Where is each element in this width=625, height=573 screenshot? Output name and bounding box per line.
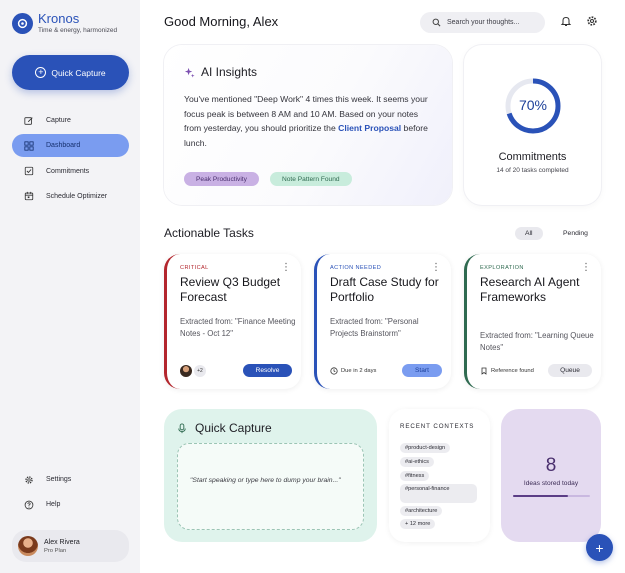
ideas-stored-card: 8 Ideas stored today: [501, 409, 601, 542]
kronos-logo-icon: [12, 12, 33, 34]
ideas-label: Ideas stored today: [523, 480, 579, 487]
recent-contexts-card: RECENT CONTEXTS #product-design #ai-ethi…: [389, 409, 490, 542]
bookmark-icon: [481, 367, 487, 375]
context-tag-ai-ethics[interactable]: #ai-ethics: [400, 457, 434, 467]
sidebar: Kronos Time & energy, harmonized + Quick…: [0, 0, 140, 573]
sidebar-item-label: Commitments: [46, 167, 90, 175]
sidebar-item-help[interactable]: Help: [12, 493, 129, 516]
brand-name: Kronos: [38, 11, 80, 26]
sidebar-item-schedule-optimizer[interactable]: Schedule Optimizer: [12, 185, 129, 208]
checkbox-icon: [24, 166, 34, 176]
more-vertical-icon[interactable]: ⋮: [281, 263, 291, 273]
page-title: Good Morning, Alex: [164, 14, 279, 29]
start-button[interactable]: Start: [402, 364, 442, 377]
context-tag-architecture[interactable]: #architecture: [400, 506, 443, 516]
task-meta-text: Reference found: [491, 367, 534, 374]
user-plan: Pro Plan: [44, 547, 67, 554]
ai-insights-card: AI Insights You've mentioned "Deep Work"…: [164, 45, 452, 205]
task-title: Review Q3 Budget Forecast: [180, 275, 281, 304]
context-tag-product-design[interactable]: #product-design: [400, 443, 451, 453]
queue-button[interactable]: Queue: [548, 364, 592, 377]
chip-peak-productivity[interactable]: Peak Productivity: [184, 172, 259, 186]
resolve-button[interactable]: Resolve: [243, 364, 292, 377]
sidebar-item-label: Settings: [46, 476, 72, 483]
quick-capture-button[interactable]: + Quick Capture: [12, 55, 129, 90]
grid-icon: [24, 141, 34, 151]
plus-circle-icon: +: [35, 67, 47, 78]
filter-all[interactable]: All: [515, 227, 543, 240]
gear-icon[interactable]: [586, 15, 598, 27]
ai-insights-text: You've mentioned "Deep Work" 4 times thi…: [184, 92, 436, 150]
calendar-icon: [24, 192, 34, 201]
ideas-count: 8: [545, 455, 557, 476]
task-source: Extracted from: "Personal Projects Brain…: [330, 317, 419, 338]
sidebar-item-dashboard[interactable]: Dashboard: [12, 134, 129, 158]
tasks-section-title: Actionable Tasks: [164, 226, 254, 240]
brand-tagline: Time & energy, harmonized: [38, 27, 118, 34]
avatar: [180, 364, 192, 377]
task-tag: EXPLORATION: [480, 265, 524, 271]
ai-insights-title: AI Insights: [201, 65, 258, 79]
sidebar-item-capture[interactable]: Capture: [12, 109, 129, 132]
quick-capture-card: Quick Capture "Start speaking or type he…: [164, 409, 377, 542]
task-tag: ACTION NEEDED: [330, 265, 382, 271]
task-source: Extracted from: "Finance Meeting Notes -…: [180, 317, 296, 338]
context-tag-personal-finance[interactable]: #personal-finance: [400, 484, 477, 503]
context-tag-more[interactable]: + 12 more: [400, 519, 436, 529]
context-tag-fitness[interactable]: #fitness: [400, 471, 430, 481]
quick-capture-placeholder: "Start speaking or type here to dump you…: [190, 477, 341, 484]
bell-icon[interactable]: [560, 15, 572, 27]
ideas-progress-bar: [513, 495, 590, 497]
sparkle-icon: [184, 67, 195, 78]
task-tag: CRITICAL: [180, 265, 209, 271]
filter-pending[interactable]: Pending: [553, 227, 598, 240]
sidebar-item-label: Capture: [46, 117, 71, 124]
brand[interactable]: Kronos Time & energy, harmonized: [12, 12, 117, 34]
search-placeholder: Search your thoughts...: [447, 19, 520, 26]
task-card-ai-agent-frameworks[interactable]: EXPLORATION ⋮ Research AI Agent Framewor…: [464, 254, 601, 389]
task-title: Draft Case Study for Portfolio: [330, 275, 439, 304]
help-icon: [24, 500, 34, 509]
task-due: Due in 2 days: [330, 366, 377, 375]
quick-capture-label: Quick Capture: [51, 67, 106, 78]
quick-capture-input[interactable]: "Start speaking or type here to dump you…: [177, 443, 364, 530]
sidebar-item-settings[interactable]: Settings: [12, 468, 129, 491]
user-profile-card[interactable]: Alex Rivera Pro Plan: [12, 530, 129, 562]
sidebar-item-label: Help: [46, 501, 61, 508]
quick-capture-title: Quick Capture: [195, 421, 272, 435]
sidebar-bottom-nav: Settings Help: [12, 468, 129, 518]
commitments-percent: 70%: [518, 97, 548, 113]
search-icon: [432, 18, 441, 27]
sidebar-nav: Capture Dashboard Commitments Schedule O…: [12, 109, 129, 210]
sidebar-item-label: Dashboard: [46, 142, 81, 150]
client-proposal-link[interactable]: Client Proposal: [338, 123, 401, 133]
commitments-subtitle: 14 of 20 tasks completed: [496, 167, 569, 174]
add-fab-button[interactable]: +: [586, 534, 613, 561]
ideas-progress-fill: [513, 495, 569, 497]
task-card-budget-forecast[interactable]: CRITICAL ⋮ Review Q3 Budget Forecast Ext…: [164, 254, 301, 389]
avatar: [18, 536, 38, 556]
sidebar-item-label: Schedule Optimizer: [46, 192, 108, 200]
more-vertical-icon[interactable]: ⋮: [431, 263, 441, 273]
task-card-case-study[interactable]: ACTION NEEDED ⋮ Draft Case Study for Por…: [314, 254, 451, 389]
commitments-card[interactable]: 70% Commitments 14 of 20 tasks completed: [464, 45, 601, 205]
edit-icon: [24, 116, 33, 125]
search-input[interactable]: Search your thoughts...: [420, 12, 545, 33]
extra-assignees-badge: +2: [194, 364, 206, 377]
task-reference: Reference found: [480, 367, 534, 375]
more-vertical-icon[interactable]: ⋮: [581, 263, 591, 273]
gear-icon: [25, 475, 33, 484]
task-meta-text: Due in 2 days: [341, 367, 377, 374]
task-title: Research AI Agent Frameworks: [480, 275, 580, 304]
microphone-icon[interactable]: [177, 422, 187, 434]
task-source: Extracted from: "Learning Queue Notes": [480, 331, 594, 352]
chip-note-pattern-found[interactable]: Note Pattern Found: [270, 172, 352, 186]
commitments-title: Commitments: [498, 151, 567, 163]
clock-icon: [330, 366, 338, 375]
user-name: Alex Rivera: [44, 538, 80, 546]
recent-contexts-title: RECENT CONTEXTS: [400, 423, 475, 430]
sidebar-item-commitments[interactable]: Commitments: [12, 160, 129, 183]
